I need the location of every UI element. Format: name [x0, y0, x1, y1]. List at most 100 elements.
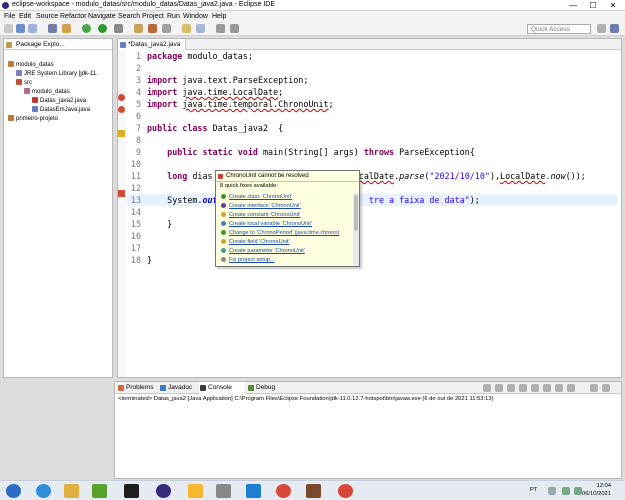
language-indicator[interactable]: PT — [530, 487, 537, 493]
tree-item-jre[interactable]: JRE System Library [jdk-11. — [16, 70, 98, 78]
command-prompt-icon[interactable] — [124, 484, 139, 498]
parameter-icon — [221, 248, 226, 254]
tree-item-package[interactable]: modulo_datas — [24, 88, 70, 96]
code-line: 18} — [130, 255, 153, 265]
quick-fix-item[interactable]: Create constant 'ChronoUnit' — [221, 211, 300, 219]
maximize-panel-icon[interactable] — [602, 384, 610, 392]
tree-item-datas-em-java[interactable]: DatasEmJava.java — [32, 106, 90, 114]
scroll-lock-icon[interactable] — [519, 384, 527, 392]
tree-item-project[interactable]: modulo_datas — [8, 61, 54, 69]
quick-fix-item[interactable]: Create class 'ChronoUnit' — [221, 193, 292, 201]
tab-datas-java2[interactable]: *Datas_java2.java — [118, 39, 186, 50]
vscode-icon[interactable] — [246, 484, 261, 498]
error-lightbulb-icon[interactable] — [118, 190, 125, 197]
quick-fix-scrollbar[interactable] — [353, 193, 359, 266]
scroll-thumb[interactable] — [354, 195, 358, 231]
media-player-icon[interactable] — [92, 484, 107, 498]
menu-search[interactable]: Search — [118, 13, 140, 20]
menu-refactor[interactable]: Refactor — [60, 13, 86, 20]
minimize-panel-icon[interactable] — [590, 384, 598, 392]
change-icon — [221, 230, 226, 236]
clear-console-icon[interactable] — [507, 384, 515, 392]
save-all-icon[interactable] — [28, 24, 37, 33]
pin-console-icon[interactable] — [543, 384, 551, 392]
new-icon[interactable] — [4, 24, 13, 33]
error-marker-icon[interactable] — [118, 106, 125, 113]
close-button[interactable]: ✕ — [603, 0, 623, 11]
quick-fix-popup: ChronoUnit cannot be resolved 8 quick fi… — [215, 170, 360, 267]
open-console-icon[interactable] — [567, 384, 575, 392]
menu-file[interactable]: File — [4, 13, 15, 20]
tools-icon[interactable] — [62, 24, 71, 33]
tree-item-src[interactable]: src — [16, 79, 32, 87]
code-editor[interactable]: *Datas_java2.java 1 package modulo_datas;… — [117, 38, 622, 378]
quick-fix-item[interactable]: Fix project setup... — [221, 256, 275, 264]
start-icon[interactable] — [6, 484, 21, 498]
quick-fix-item[interactable]: Create field 'ChronoUnit' — [221, 238, 290, 246]
quick-fix-item[interactable]: Create interface 'ChronoUnit' — [221, 202, 301, 210]
quick-fix-item[interactable]: Create local variable 'ChronoUnit' — [221, 220, 312, 228]
menu-help[interactable]: Help — [212, 13, 226, 20]
network-icon[interactable] — [562, 487, 570, 495]
java-perspective-icon[interactable] — [610, 24, 619, 33]
minimize-button[interactable]: — — [563, 0, 583, 11]
error-marker-icon[interactable] — [118, 94, 125, 101]
annotation-icon[interactable] — [182, 24, 191, 33]
chrome-icon-2[interactable] — [338, 484, 353, 498]
run-debug-icon[interactable] — [82, 24, 91, 33]
tree-item-primeiro-projeto[interactable]: primeiro-projeto — [8, 115, 58, 123]
menu-project[interactable]: Project — [142, 13, 164, 20]
menu-edit[interactable]: Edit — [19, 13, 31, 20]
menu-navigate[interactable]: Navigate — [88, 13, 116, 20]
clock-time[interactable]: 12:04 — [596, 483, 611, 489]
menu-run[interactable]: Run — [167, 13, 180, 20]
search-icon[interactable] — [162, 24, 171, 33]
external-tools-icon[interactable] — [114, 24, 123, 33]
debug-icon[interactable] — [48, 24, 57, 33]
run-icon[interactable] — [98, 24, 107, 33]
display-console-icon[interactable] — [555, 384, 563, 392]
tab-javadoc[interactable]: Javadoc — [159, 382, 199, 394]
code-line: 8 — [135, 135, 141, 145]
tab-debug[interactable]: Debug — [247, 382, 285, 394]
app-icon[interactable] — [216, 484, 231, 498]
game-icon[interactable] — [306, 484, 321, 498]
volume-icon[interactable] — [574, 487, 582, 495]
terminate-icon[interactable] — [483, 384, 491, 392]
quick-access-input[interactable]: Quick Access — [527, 24, 591, 34]
tab-package-explorer[interactable]: Package Explo... — [4, 39, 112, 50]
new-class-icon[interactable] — [148, 24, 157, 33]
file-explorer-icon[interactable] — [64, 484, 79, 498]
chrome-icon[interactable] — [276, 484, 291, 498]
back-icon[interactable] — [216, 24, 225, 33]
tab-console[interactable]: Console — [199, 382, 245, 394]
word-wrap-icon[interactable] — [531, 384, 539, 392]
forward-icon[interactable] — [230, 24, 239, 33]
tray-chevron-icon[interactable] — [548, 487, 556, 495]
package-explorer-label: Package Explo... — [16, 41, 65, 48]
clock-date[interactable]: 06/10/2021 — [582, 491, 611, 497]
quick-fix-title: ChronoUnit cannot be resolved — [226, 173, 309, 179]
quick-fix-item[interactable]: Create parameter 'ChronoUnit' — [221, 247, 305, 255]
tree-label: Datas_java2.java — [40, 98, 87, 104]
menu-window[interactable]: Window — [183, 13, 208, 20]
open-type-icon[interactable] — [134, 24, 143, 33]
internet-explorer-icon[interactable] — [36, 484, 51, 498]
next-annotation-icon[interactable] — [196, 24, 205, 33]
tree-item-datas-java2[interactable]: Datas_java2.java — [32, 97, 86, 105]
package-explorer: Package Explo... modulo_datas JRE System… — [3, 38, 113, 378]
sticky-notes-icon[interactable] — [188, 484, 203, 498]
open-perspective-icon[interactable] — [597, 24, 606, 33]
warning-marker-icon[interactable] — [118, 130, 125, 137]
maximize-button[interactable]: ☐ — [583, 0, 603, 11]
code-line: 11 long dias = ChronoUnit.DAYS.between(L… — [130, 171, 586, 181]
save-icon[interactable] — [16, 24, 25, 33]
menu-source[interactable]: Source — [36, 13, 58, 20]
tab-problems[interactable]: Problems — [117, 382, 159, 394]
code-line: 15 } — [130, 219, 173, 229]
eclipse-taskbar-icon[interactable] — [156, 484, 171, 498]
quick-fix-item[interactable]: Change to 'ChronoPeriod' (java.time.chro… — [221, 229, 339, 237]
remove-launch-icon[interactable] — [495, 384, 503, 392]
project-icon — [8, 61, 14, 68]
code-line: 5 import java.time.temporal.ChronoUnit; — [135, 99, 334, 109]
